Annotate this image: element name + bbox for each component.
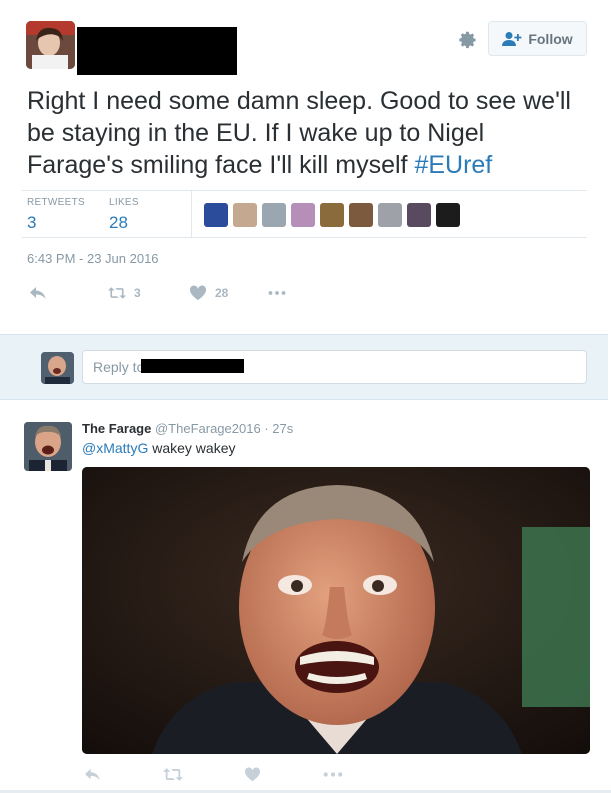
liker-avatar[interactable] [378, 203, 402, 227]
liker-avatar[interactable] [436, 203, 460, 227]
current-user-avatar [41, 352, 74, 384]
more-action[interactable] [268, 283, 286, 303]
reply-placeholder: Reply to [93, 359, 145, 375]
tweet-text: Right I need some damn sleep. Good to se… [27, 85, 587, 181]
liker-avatar[interactable] [291, 203, 315, 227]
liker-avatar[interactable] [262, 203, 286, 227]
liker-avatar[interactable] [233, 203, 257, 227]
follow-label: Follow [528, 30, 573, 47]
retweets-count: 3 [27, 213, 37, 232]
liker-avatars [204, 203, 460, 227]
likes-label: LIKES [109, 197, 139, 208]
liker-avatar[interactable] [349, 203, 373, 227]
reply-body: wakey wakey [148, 440, 236, 456]
reply-tweet-retweet-action[interactable] [163, 765, 183, 783]
gear-icon[interactable] [456, 29, 478, 51]
more-dots-icon [323, 771, 343, 777]
reply-author-avatar[interactable] [24, 422, 72, 471]
reply-tweet-like-action[interactable] [244, 765, 261, 783]
liker-avatar[interactable] [407, 203, 431, 227]
more-dots-icon [268, 291, 286, 295]
reply-icon [30, 287, 46, 299]
retweet-action[interactable]: 3 [108, 283, 141, 303]
retweets-stat[interactable]: RETWEETS 3 [27, 197, 85, 233]
reply-tweet-more-action[interactable] [323, 765, 343, 783]
author-avatar[interactable] [26, 21, 75, 69]
add-user-icon [502, 31, 522, 46]
heart-icon [189, 285, 207, 300]
stats-divider [191, 191, 192, 237]
reply-separator: · [264, 421, 269, 436]
likes-stat[interactable]: LIKES 28 [109, 197, 139, 233]
tweet-stats: RETWEETS 3 LIKES 28 [22, 190, 587, 238]
reply-icon [85, 768, 100, 780]
retweet-icon [108, 287, 126, 299]
reply-action[interactable] [29, 283, 47, 303]
reply-time[interactable]: 27s [272, 421, 293, 436]
retweets-label: RETWEETS [27, 197, 85, 208]
redacted-reply-handle [141, 359, 244, 373]
reply-author-name[interactable]: The Farage [82, 421, 151, 436]
reply-tweet-reply-action[interactable] [84, 765, 101, 783]
reply-text: @xMattyG wakey wakey [82, 440, 236, 456]
hashtag-link[interactable]: #EUref [414, 151, 492, 179]
liker-avatar[interactable] [204, 203, 228, 227]
retweet-count: 3 [134, 286, 141, 300]
likes-count: 28 [109, 213, 128, 232]
reply-author-handle[interactable]: @TheFarage2016 [155, 421, 261, 436]
mention-link[interactable]: @xMattyG [82, 440, 148, 456]
reply-header: The Farage @TheFarage2016 · 27s [82, 421, 293, 436]
heart-icon [244, 766, 261, 781]
redacted-author-name [77, 27, 237, 75]
retweet-icon [163, 767, 183, 781]
like-action[interactable]: 28 [189, 283, 228, 303]
tweet-timestamp[interactable]: 6:43 PM - 23 Jun 2016 [27, 251, 159, 266]
like-count: 28 [215, 286, 229, 300]
liker-avatar[interactable] [320, 203, 344, 227]
reply-media-image[interactable] [82, 467, 590, 754]
follow-button[interactable]: Follow [488, 21, 587, 56]
